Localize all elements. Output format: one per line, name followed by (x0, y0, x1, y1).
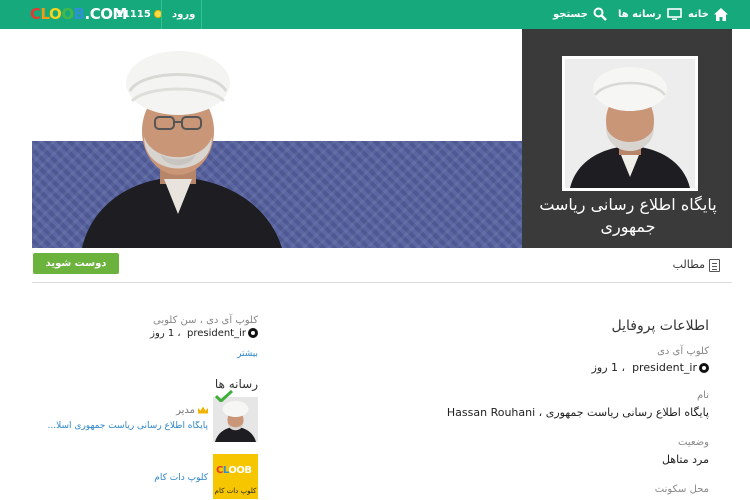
monitor-icon (667, 7, 682, 20)
profile-info-heading: اطلاعات پروفایل (611, 318, 709, 334)
media-role: مدیر (40, 405, 208, 416)
home-label: خانه (688, 9, 709, 20)
crown-icon (198, 406, 208, 414)
profile-side-panel: پایگاه اطلاع رسانی ریاست جمهوری (522, 29, 732, 248)
club-id-label: کلوپ آی دی (657, 346, 709, 357)
status-value: مرد متاهل (661, 453, 709, 466)
coin-count: 11115 (116, 9, 151, 20)
media-thumbnail[interactable] (213, 397, 258, 442)
document-icon (709, 258, 720, 272)
cloob-logo: CLOOB (216, 465, 252, 476)
location-label: محل سکونت (654, 484, 709, 495)
search-label: جستجو (553, 9, 588, 20)
banner-portrait-image (82, 51, 282, 248)
verified-check-icon (215, 390, 233, 402)
home-icon (714, 7, 729, 21)
cover-banner (32, 29, 522, 248)
media-item-title[interactable]: پایگاه اطلاع رسانی ریاست جمهوری اسلا... (34, 421, 208, 431)
club-id-text: president_ir (632, 361, 697, 374)
coin-balance[interactable]: 11115 (116, 0, 162, 29)
search-link[interactable]: جستجو (553, 0, 608, 29)
divider (201, 0, 202, 29)
media-role-text: مدیر (176, 405, 195, 416)
name-label: نام (696, 390, 709, 401)
more-link[interactable]: بیشتر (150, 349, 258, 359)
status-label: وضعیت (678, 437, 709, 448)
add-friend-button[interactable]: دوست شوید (33, 253, 119, 274)
media-heading: رسانه ها (214, 377, 258, 391)
home-link[interactable]: خانه (688, 0, 729, 29)
age-value: ، 1 روز (591, 361, 626, 374)
sidebar-club-info-label: کلوپ آی دی ، سن کلوبی (152, 315, 258, 326)
profile-avatar[interactable] (562, 56, 698, 191)
media-link[interactable]: رسانه ها (618, 0, 682, 29)
tab-posts-label: مطالب (672, 258, 705, 271)
club-id-value: ، 1 روز president_ir (592, 361, 709, 374)
cloob-id-icon (699, 363, 709, 373)
page-title: پایگاه اطلاع رسانی ریاست جمهوری (539, 195, 717, 236)
sidebar-club-id-text: president_ir (186, 328, 246, 339)
media-item-title[interactable]: کلوپ دات کام (40, 473, 208, 483)
thumb-caption: کلوپ دات کام (214, 487, 257, 495)
sidebar-age-value: ، 1 روز (150, 328, 181, 339)
media-label: رسانه ها (618, 9, 662, 20)
top-navigation-bar: CLOOB.COM 11115 ورود جستجو رسانه ها خانه (0, 0, 750, 29)
search-icon (593, 7, 608, 21)
cloob-logo[interactable]: CLOOB.COM (30, 4, 127, 25)
cloob-media-thumbnail[interactable]: CLOOB کلوپ دات کام (213, 454, 258, 499)
login-link[interactable]: ورود (172, 0, 195, 29)
tab-posts[interactable]: مطالب (673, 258, 720, 272)
avatar-portrait-image (565, 59, 695, 188)
divider (32, 282, 732, 283)
media-portrait-image (213, 397, 258, 442)
name-value: پایگاه اطلاع رسانی ریاست جمهوری ، Hassan… (446, 406, 709, 419)
sidebar-club-id: ، 1 روز president_ir (150, 328, 258, 339)
divider (161, 0, 162, 29)
cloob-id-icon (248, 328, 258, 338)
